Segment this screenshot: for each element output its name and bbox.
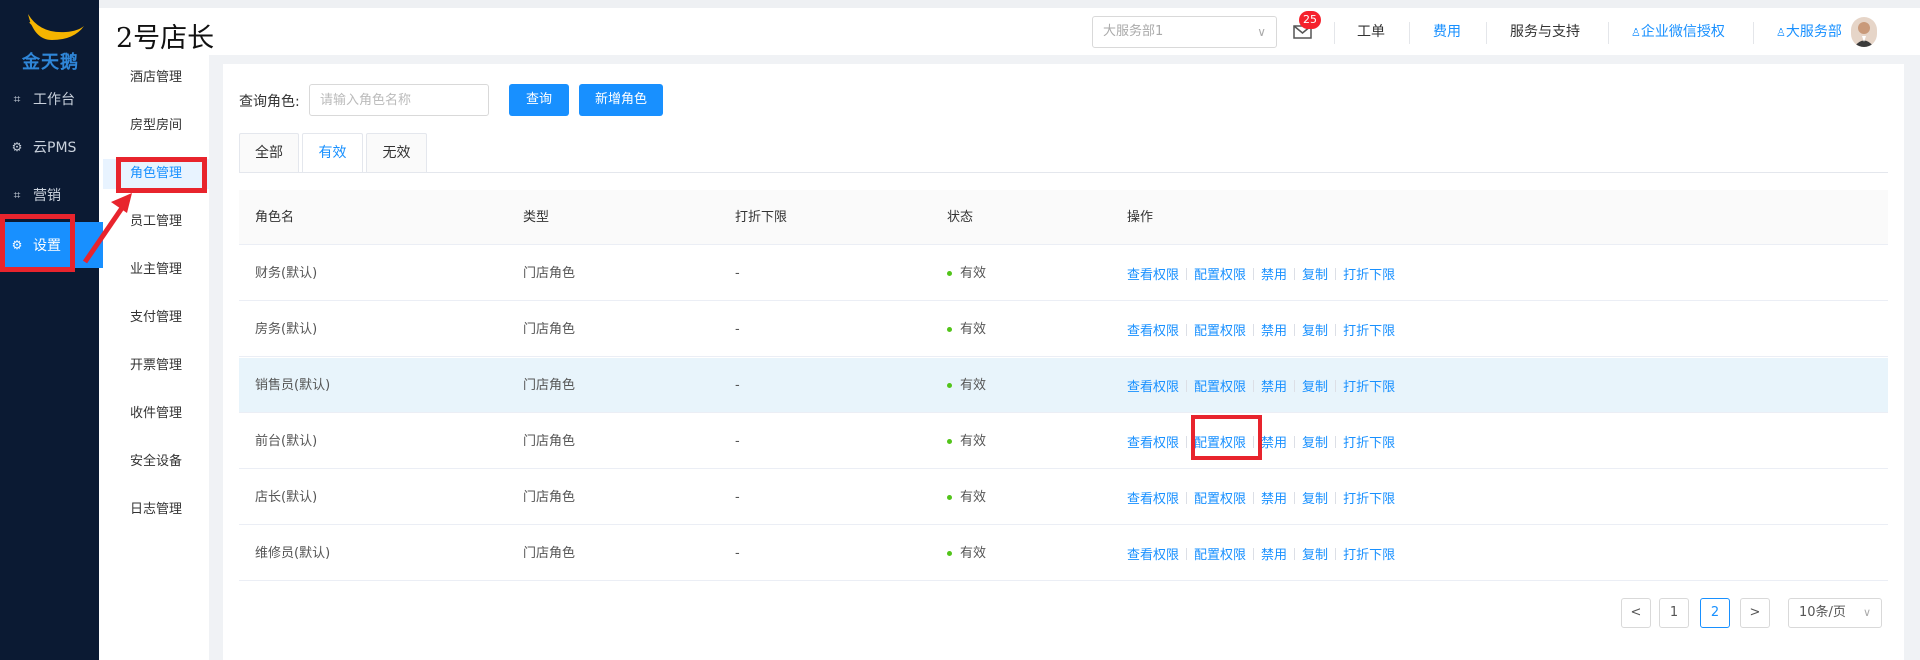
- annotation-arrow-icon: [82, 193, 132, 264]
